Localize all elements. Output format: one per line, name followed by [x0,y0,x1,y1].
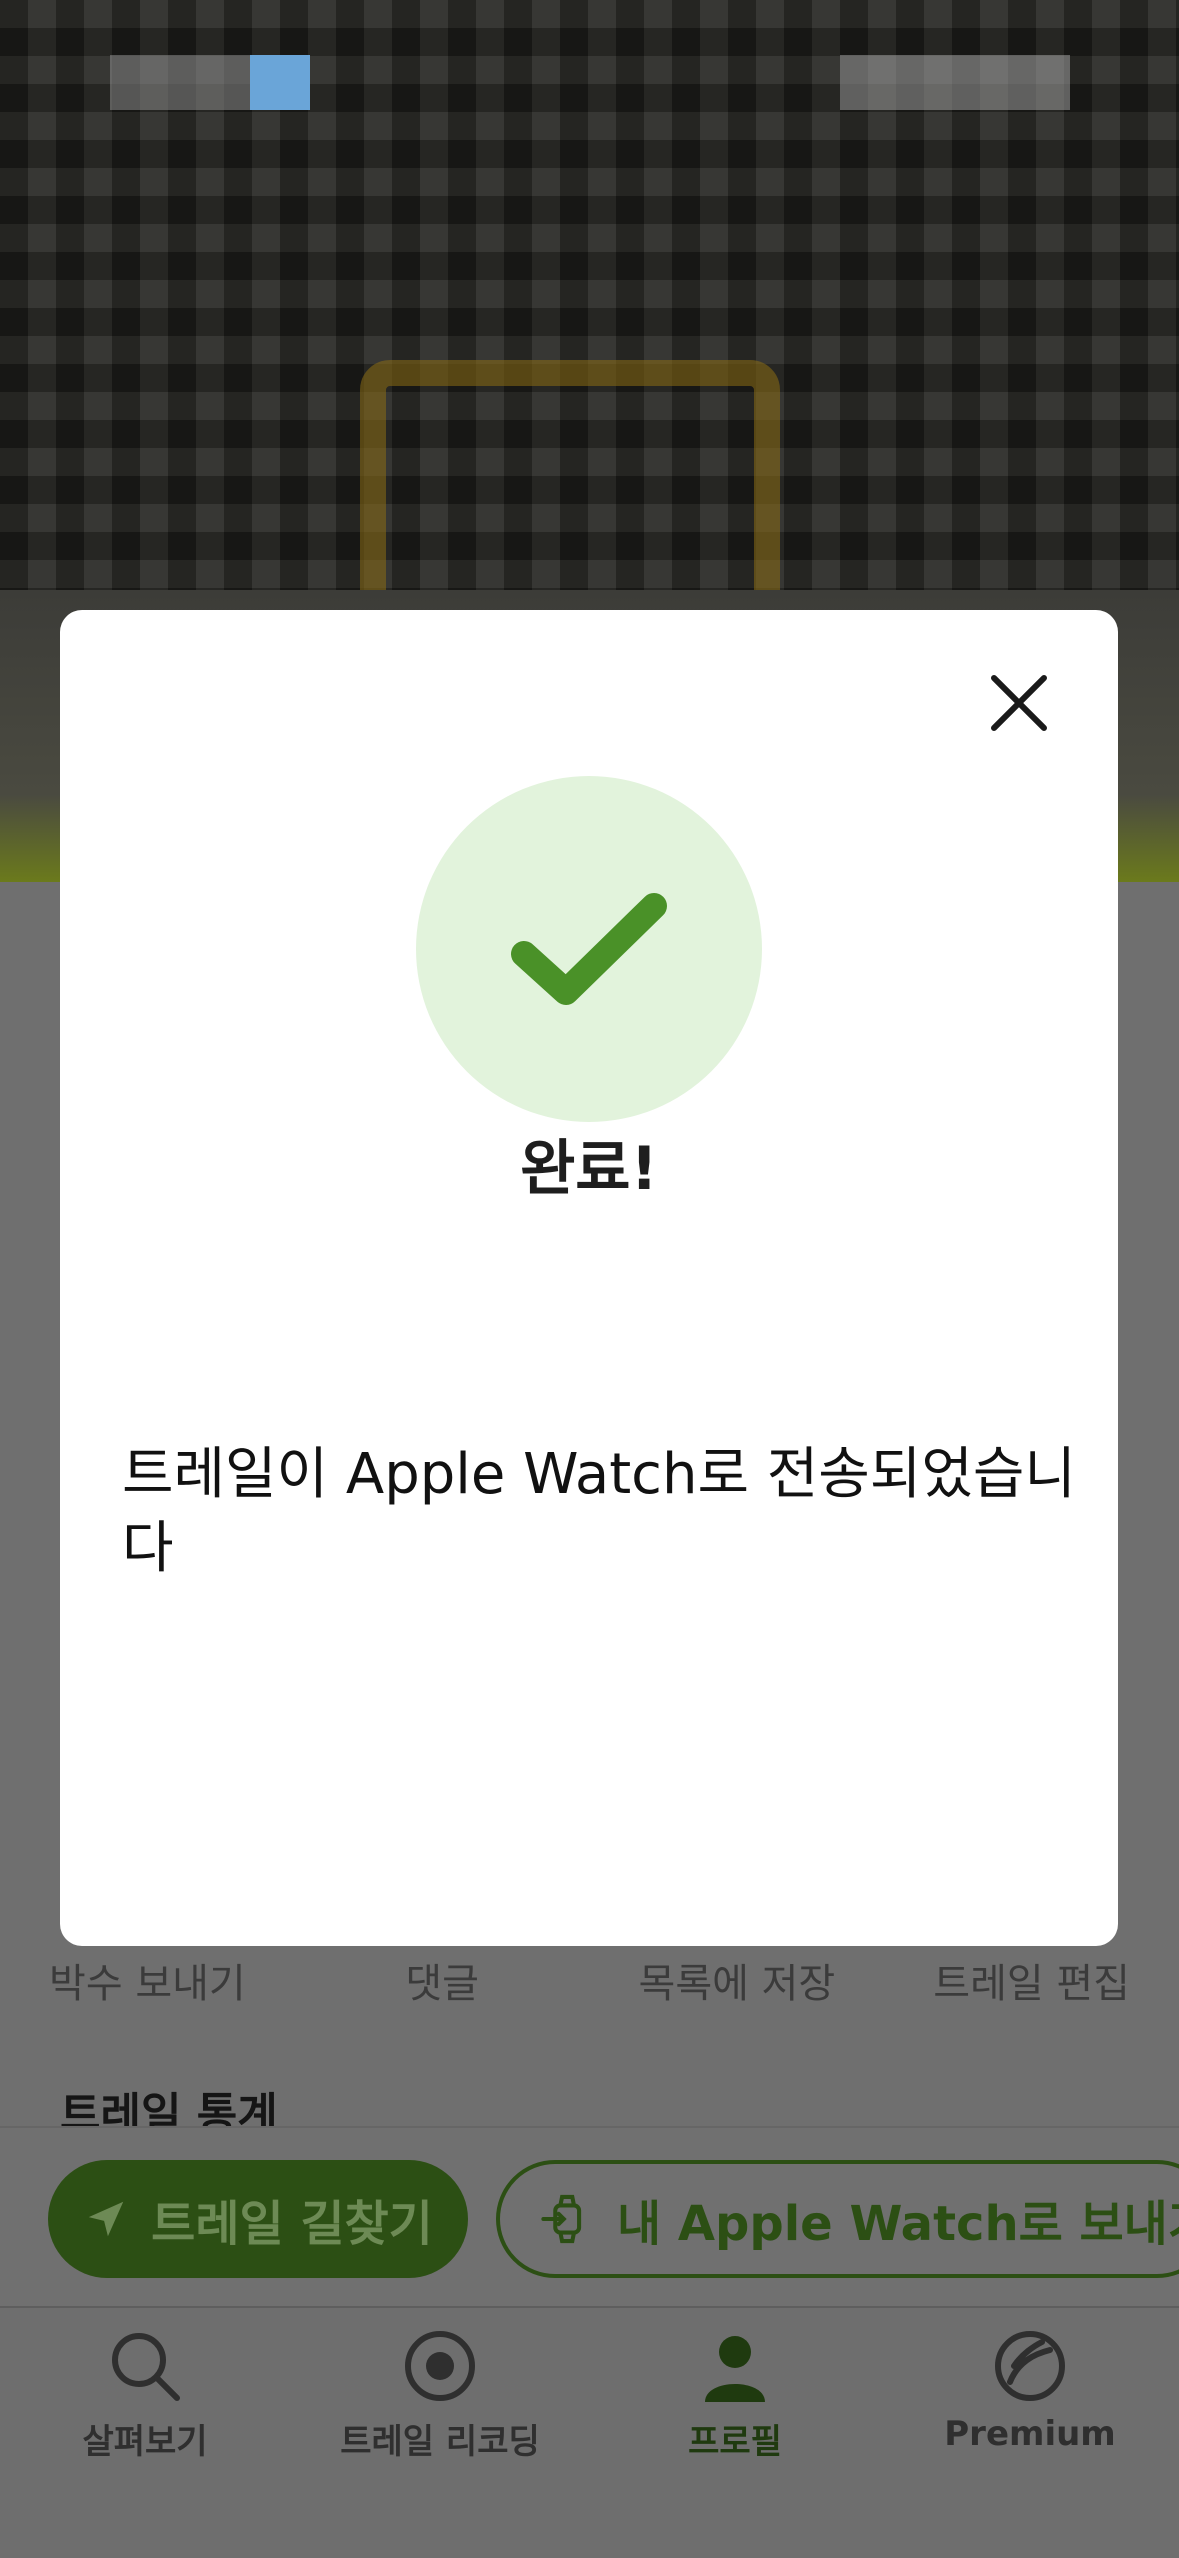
dialog-title: 완료! [520,1134,658,1204]
bottom-tab-bar: 살펴보기 트레일 리코딩 프로필 Premium [0,2306,1179,2558]
map-blur-block [840,55,1070,110]
bottom-action-bar: 트레일 길찾기 내 Apple Watch로 보내기 [0,2126,1179,2308]
tab-profile-label: 프로필 [688,2422,782,2462]
profile-icon [705,2336,765,2402]
tab-profile[interactable]: 프로필 [590,2326,880,2463]
edit-trail-button[interactable]: 트레일 편집 [897,1951,1167,2009]
tab-premium[interactable]: Premium [885,2326,1175,2454]
tab-premium-label: Premium [944,2414,1116,2454]
tab-recording[interactable]: 트레일 리코딩 [295,2326,585,2463]
success-dialog: 완료! 트레일이 Apple Watch로 전송되었습니다 [60,610,1118,1946]
clap-button[interactable]: 박수 보내기 [12,1951,282,2009]
dialog-message: 트레일이 Apple Watch로 전송되었습니다 [122,1442,1076,1581]
premium-icon [995,2331,1065,2401]
success-badge [416,776,762,1122]
trail-action-row: 박수 보내기 댓글 목록에 저장 트레일 편집 [0,1950,1179,2010]
send-to-watch-label: 내 Apple Watch로 보내기 [616,2196,1179,2252]
navigation-arrow-icon [88,2201,124,2237]
navigate-trail-button[interactable]: 트레일 길찾기 [48,2160,468,2278]
record-icon [405,2331,475,2401]
close-icon [991,675,1047,731]
send-to-watch-button[interactable]: 내 Apple Watch로 보내기 [496,2160,1179,2278]
tab-recording-label: 트레일 리코딩 [340,2422,540,2462]
checkmark-icon [511,893,667,1005]
map-blur-block [250,55,310,110]
navigate-trail-label: 트레일 길찾기 [151,2196,433,2252]
tab-explore[interactable]: 살펴보기 [0,2326,290,2463]
close-button[interactable] [984,668,1054,738]
search-icon [112,2333,180,2401]
tab-explore-label: 살펴보기 [82,2422,208,2462]
save-to-list-button[interactable]: 목록에 저장 [602,1951,872,2009]
comment-button[interactable]: 댓글 [307,1951,577,2009]
watch-send-icon [541,2194,582,2244]
